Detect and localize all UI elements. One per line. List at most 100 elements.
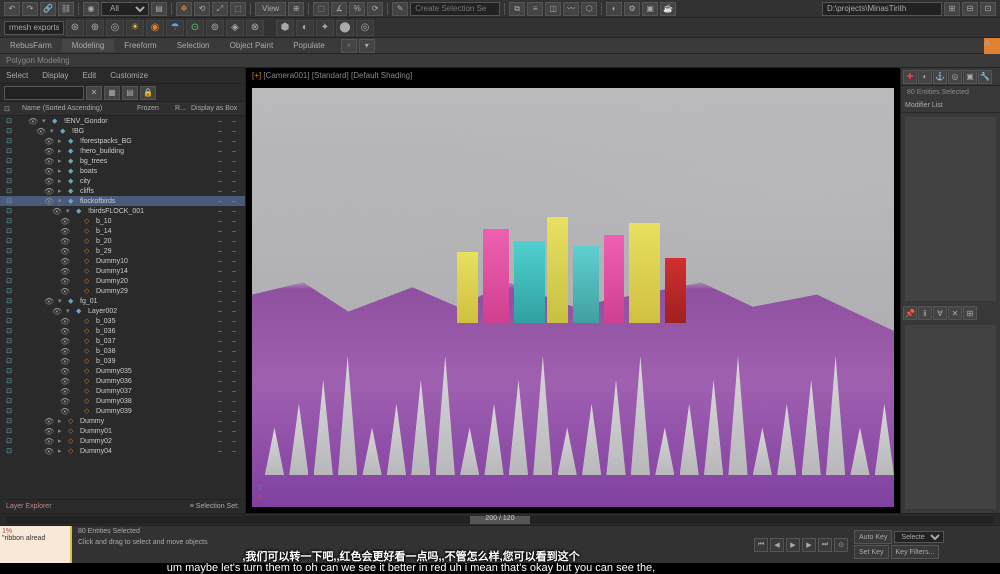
schematic-button[interactable]: ⬡: [581, 2, 597, 16]
tree-item[interactable]: ⊡ 👁 ▾ ◆ Layer002 − −: [0, 306, 245, 316]
graph-button[interactable]: 〰: [563, 2, 579, 16]
configure-sets[interactable]: ⊞: [963, 306, 977, 320]
selection-set-label[interactable]: ≡ Selection Set:: [190, 503, 239, 510]
move-tool[interactable]: ✥: [176, 2, 192, 16]
outliner-menu-customize[interactable]: Customize: [110, 71, 148, 80]
tree-item[interactable]: ⊡ 👁 ▸ ◇ Dummy02 − −: [0, 436, 245, 446]
rotate-tool[interactable]: ⟲: [194, 2, 210, 16]
coord-sys-button[interactable]: ⊕: [288, 2, 304, 16]
goto-start[interactable]: ⏮: [754, 538, 768, 552]
outliner-menu-edit[interactable]: Edit: [82, 71, 96, 80]
remove-mod[interactable]: ✕: [948, 306, 962, 320]
utilities-tab[interactable]: 🔧: [978, 70, 992, 84]
outliner-menu-display[interactable]: Display: [42, 71, 68, 80]
tree-item[interactable]: ⊡ 👁 ▸ ◇ Dummy01 − −: [0, 426, 245, 436]
tree-item[interactable]: ⊡ 👁 ◇ Dummy038 − −: [0, 396, 245, 406]
col-frozen[interactable]: Frozen: [137, 105, 175, 112]
workspace-btn2[interactable]: ⊟: [962, 2, 978, 16]
modifier-list-label[interactable]: Modifier List: [901, 99, 1000, 113]
outliner-view-btn1[interactable]: ▦: [104, 86, 120, 100]
outliner-menu-select[interactable]: Select: [6, 71, 28, 80]
make-unique[interactable]: ∀: [933, 306, 947, 320]
tb2-2[interactable]: ⊕: [86, 20, 104, 36]
viewport-label[interactable]: [+] [Camera001] [Standard] [Default Shad…: [246, 68, 900, 82]
tree-item[interactable]: ⊡ 👁 ▸ ◇ Dummy − −: [0, 416, 245, 426]
tb2-4[interactable]: ☀: [126, 20, 144, 36]
key-target-dropdown[interactable]: Selected: [894, 531, 944, 543]
tree-item[interactable]: ⊡ 👁 ◇ b_038 − −: [0, 346, 245, 356]
tb2-15[interactable]: ◎: [356, 20, 374, 36]
tb2-5[interactable]: ◉: [146, 20, 164, 36]
unlink-button[interactable]: ⛓: [58, 2, 74, 16]
prev-frame[interactable]: ◀: [770, 538, 784, 552]
render-button[interactable]: ☕: [660, 2, 676, 16]
tree-item[interactable]: ⊡ 👁 ▾ ◆ flockofbirds − −: [0, 196, 245, 206]
filter-icon[interactable]: ⊡: [4, 105, 22, 113]
ribbon-dropdown[interactable]: ▾: [359, 39, 375, 53]
tree-item[interactable]: ⊡ 👁 ◇ b_037 − −: [0, 336, 245, 346]
create-tab[interactable]: ✚: [903, 70, 917, 84]
render-setup[interactable]: ⚙: [624, 2, 640, 16]
ribbon-tab-modeling[interactable]: Modeling: [62, 39, 114, 52]
tree-item[interactable]: ⊡ 👁 ▸ ◆ !hero_building − −: [0, 146, 245, 156]
hierarchy-tab[interactable]: ⚓: [933, 70, 947, 84]
goto-end[interactable]: ⏭: [818, 538, 832, 552]
tree-item[interactable]: ⊡ 👁 ▾ ◆ !birdsFLOCK_001 − −: [0, 206, 245, 216]
tree-item[interactable]: ⊡ 👁 ▸ ◇ Dummy04 − −: [0, 446, 245, 456]
tree-item[interactable]: ⊡ 👁 ◇ Dummy036 − −: [0, 376, 245, 386]
tree-item[interactable]: ⊡ 👁 ◇ Dummy20 − −: [0, 276, 245, 286]
undo-button[interactable]: ↶: [4, 2, 20, 16]
angle-snap[interactable]: ∡: [331, 2, 347, 16]
named-selection-input[interactable]: [410, 2, 500, 16]
view-dropdown[interactable]: View: [255, 2, 286, 16]
tree-item[interactable]: ⊡ 👁 ◇ Dummy039 − −: [0, 406, 245, 416]
redo-button[interactable]: ↷: [22, 2, 38, 16]
tree-item[interactable]: ⊡ 👁 ▸ ◆ !forestpacks_BG − −: [0, 136, 245, 146]
key-mode[interactable]: ⊙: [834, 538, 848, 552]
maxscript-listener[interactable]: 1% "ribbon alread: [0, 526, 70, 563]
material-editor[interactable]: ◐: [606, 2, 622, 16]
tree-item[interactable]: ⊡ 👁 ◇ Dummy29 − −: [0, 286, 245, 296]
col-name[interactable]: Name (Sorted Ascending): [22, 105, 137, 112]
next-frame[interactable]: ▶: [802, 538, 816, 552]
tb2-14[interactable]: ⬤: [336, 20, 354, 36]
timeline-track[interactable]: 200 / 120: [6, 516, 994, 524]
tb2-12[interactable]: ◐: [296, 20, 314, 36]
tree-item[interactable]: ⊡ 👁 ▸ ◆ bg_trees − −: [0, 156, 245, 166]
tree-item[interactable]: ⊡ 👁 ◇ b_10 − −: [0, 216, 245, 226]
tree-item[interactable]: ⊡ 👁 ◇ Dummy037 − −: [0, 386, 245, 396]
edit-named-sel[interactable]: ✎: [392, 2, 408, 16]
tb2-1[interactable]: ⊛: [66, 20, 84, 36]
render-frame[interactable]: ▣: [642, 2, 658, 16]
maxscript-mini[interactable]: [4, 21, 64, 35]
link-button[interactable]: 🔗: [40, 2, 56, 16]
col-r[interactable]: R...: [175, 105, 191, 112]
scale-tool[interactable]: ⤢: [212, 2, 228, 16]
display-tab[interactable]: ▣: [963, 70, 977, 84]
ribbon-tab-freeform[interactable]: Freeform: [114, 39, 166, 52]
outliner-clear-search[interactable]: ✕: [86, 86, 102, 100]
ribbon-expand[interactable]: ▫: [341, 39, 357, 53]
spinner-snap[interactable]: ⟳: [367, 2, 383, 16]
tree-item[interactable]: ⊡ 👁 ◇ Dummy035 − −: [0, 366, 245, 376]
snap-toggle[interactable]: ⬚: [313, 2, 329, 16]
motion-tab[interactable]: ◎: [948, 70, 962, 84]
tree-item[interactable]: ⊡ 👁 ◇ b_20 − −: [0, 236, 245, 246]
tree-item[interactable]: ⊡ 👁 ▾ ◆ !ENV_Gondor − −: [0, 116, 245, 126]
percent-snap[interactable]: %: [349, 2, 365, 16]
outliner-view-btn2[interactable]: ▤: [122, 86, 138, 100]
bind-button[interactable]: ◉: [83, 2, 99, 16]
tree-item[interactable]: ⊡ 👁 ◇ b_036 − −: [0, 326, 245, 336]
col-display[interactable]: Display as Box: [191, 105, 241, 112]
layer-explorer-label[interactable]: Layer Explorer: [6, 503, 52, 510]
autokey-toggle[interactable]: Auto Key: [854, 530, 892, 544]
ribbon-tab-populate[interactable]: Populate: [283, 39, 335, 52]
filter-button[interactable]: ▤: [151, 2, 167, 16]
ribbon-tab-objectpaint[interactable]: Object Paint: [220, 39, 284, 52]
tree-item[interactable]: ⊡ 👁 ▸ ◆ boats − −: [0, 166, 245, 176]
viewport-3d[interactable]: z x: [246, 82, 900, 513]
tb2-8[interactable]: ⊚: [206, 20, 224, 36]
layers-button[interactable]: ◫: [545, 2, 561, 16]
ribbon-tab-selection[interactable]: Selection: [167, 39, 220, 52]
tree-item[interactable]: ⊡ 👁 ◇ b_035 − −: [0, 316, 245, 326]
